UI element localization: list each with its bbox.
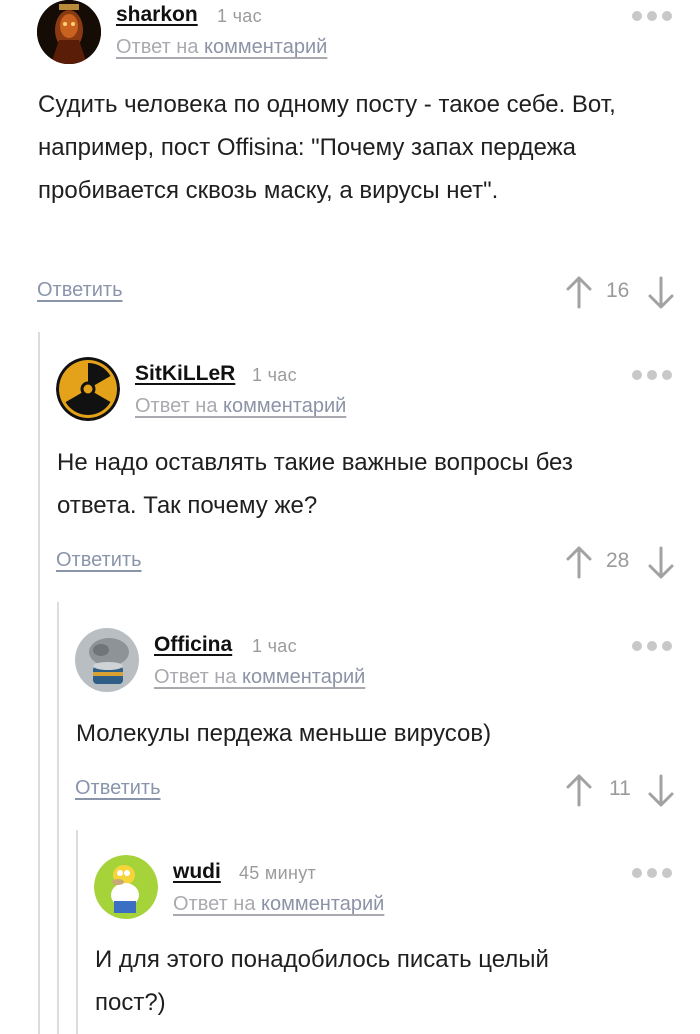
comment-text: И для этого понадобилось писать целый по…	[95, 946, 549, 1016]
comment: wudi 45 минут Ответ на комментарий И для…	[0, 0, 700, 1034]
reply-to-link[interactable]: Ответ на комментарий	[173, 893, 384, 916]
more-options-icon[interactable]	[632, 867, 672, 879]
avatar[interactable]	[94, 855, 158, 919]
timestamp: 45 минут	[239, 863, 317, 883]
reply-to-prefix: Ответ на	[173, 893, 256, 915]
reply-to-target[interactable]: комментарий	[261, 893, 384, 915]
username[interactable]: wudi	[173, 860, 221, 884]
